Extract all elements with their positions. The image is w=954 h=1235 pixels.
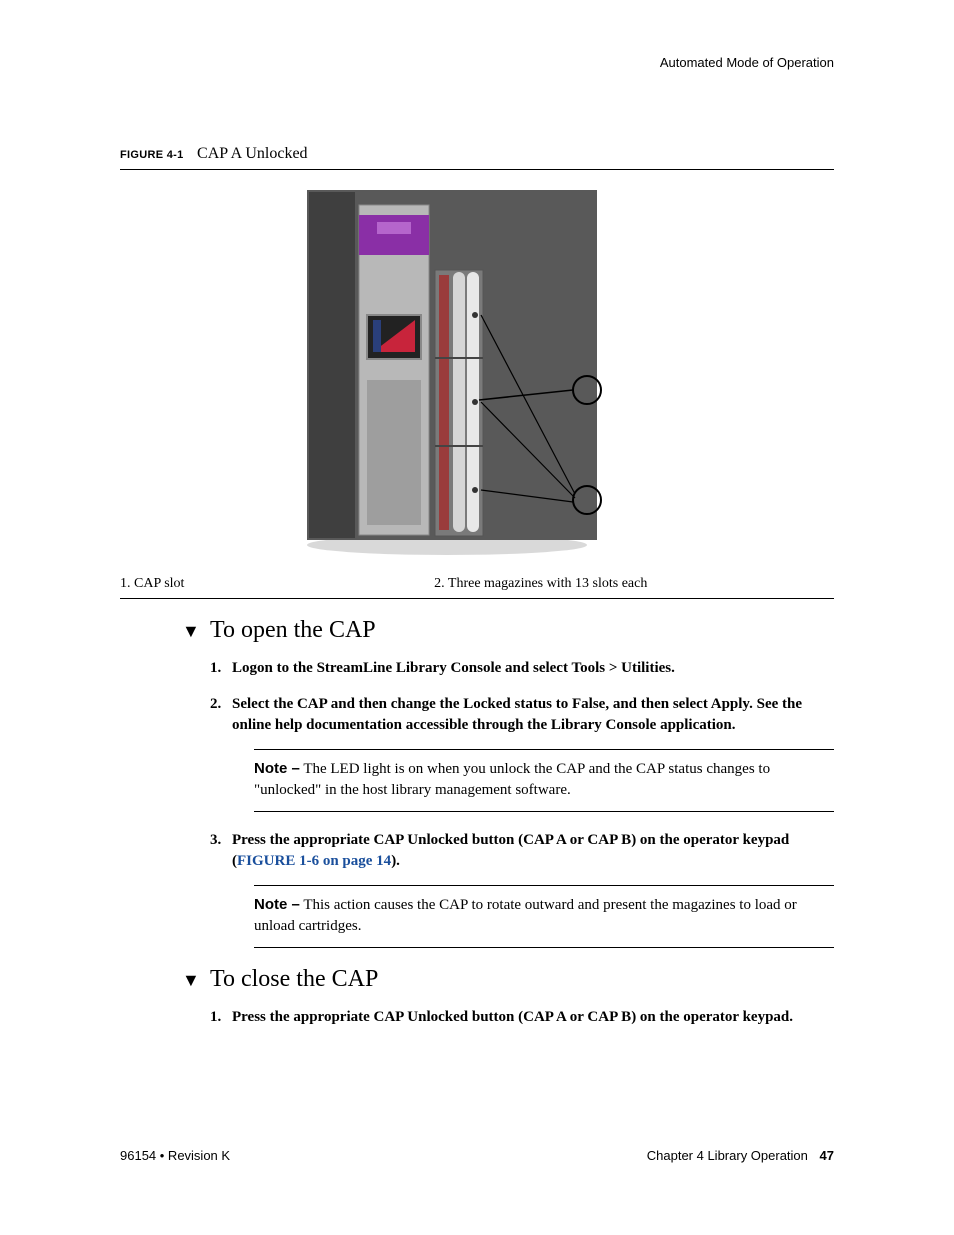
note-text: The LED light is on when you unlock the … — [254, 761, 770, 798]
step-text: Press the appropriate CAP Unlocked butto… — [232, 1009, 793, 1025]
figure-title: CAP A Unlocked — [197, 145, 308, 162]
legend-magazines: 2. Three magazines with 13 slots each — [434, 576, 834, 592]
step-text: Select the CAP and then change the Locke… — [232, 696, 802, 732]
figure-image — [120, 170, 834, 570]
note-box-1: Note – The LED light is on when you unlo… — [254, 749, 834, 813]
page-footer: 96154 • Revision K Chapter 4 Library Ope… — [120, 1148, 834, 1163]
open-step-2: 2. Select the CAP and then change the Lo… — [210, 694, 834, 812]
page-header: Automated Mode of Operation — [120, 55, 834, 70]
step-text-suffix: ). — [391, 853, 400, 869]
step-text: Logon to the StreamLine Library Console … — [232, 660, 675, 676]
open-step-1: 1. Logon to the StreamLine Library Conso… — [210, 658, 834, 678]
triangle-marker-icon: ▼ — [182, 970, 200, 991]
step-number: 2. — [210, 694, 221, 714]
step-number: 3. — [210, 830, 221, 850]
footer-page-number: 47 — [820, 1148, 834, 1163]
open-step-3: 3. Press the appropriate CAP Unlocked bu… — [210, 830, 834, 948]
step-number: 1. — [210, 658, 221, 678]
cap-unlocked-illustration — [267, 180, 687, 560]
note-label: Note – — [254, 896, 300, 913]
heading-open-cap-text: To open the CAP — [210, 617, 376, 643]
figure-bottom-rule — [120, 598, 834, 599]
figure-label: FIGURE 4-1 — [120, 149, 184, 161]
footer-chapter: Chapter 4 Library Operation — [647, 1148, 808, 1163]
note-label: Note – — [254, 760, 300, 777]
heading-close-cap-text: To close the CAP — [210, 966, 378, 992]
figure-link[interactable]: FIGURE 1-6 on page 14 — [237, 853, 391, 869]
heading-close-cap: ▼ To close the CAP — [210, 966, 834, 993]
triangle-marker-icon: ▼ — [182, 621, 200, 642]
footer-doc-id: 96154 • Revision K — [120, 1148, 230, 1163]
legend-cap-slot: 1. CAP slot — [120, 576, 434, 592]
figure-caption: FIGURE 4-1 CAP A Unlocked — [120, 145, 834, 163]
step-number: 1. — [210, 1007, 221, 1027]
note-box-2: Note – This action causes the CAP to rot… — [254, 885, 834, 949]
heading-open-cap: ▼ To open the CAP — [210, 617, 834, 644]
note-text: This action causes the CAP to rotate out… — [254, 897, 797, 934]
figure-legend: 1. CAP slot 2. Three magazines with 13 s… — [120, 570, 834, 598]
close-step-1: 1. Press the appropriate CAP Unlocked bu… — [210, 1007, 834, 1027]
